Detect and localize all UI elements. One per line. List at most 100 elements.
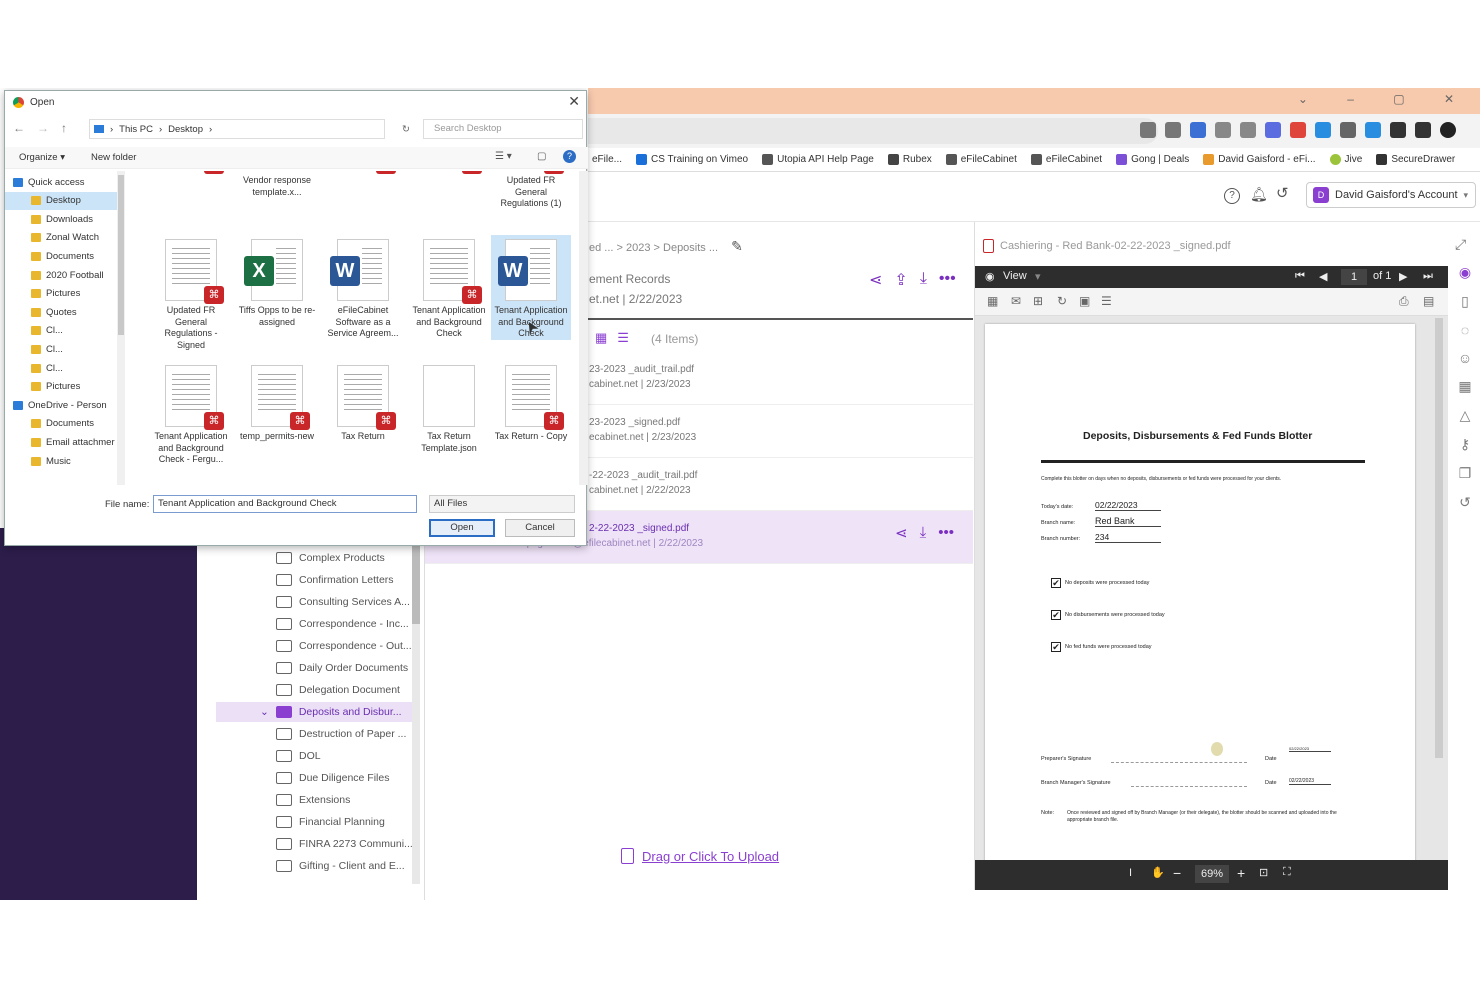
profile-avatar[interactable] [1440,122,1456,138]
folder-item[interactable]: Correspondence - Out... [216,636,412,656]
bookmark[interactable]: Gong | Deals [1116,154,1189,165]
next-page-icon[interactable]: ▶ [1399,270,1407,283]
window-controls[interactable]: ⌄ – ▢ ✕ [1298,92,1472,106]
nav-item[interactable]: Music [5,452,117,470]
new-folder-button[interactable]: New folder [91,152,136,163]
tree-scrollbar-thumb[interactable] [412,534,420,624]
text-cursor-icon[interactable]: I [1129,867,1132,879]
bookmark[interactable]: Rubex [887,154,932,165]
back-icon[interactable]: ← [13,121,25,135]
folder-item[interactable]: Delegation Document [216,680,412,700]
help-icon[interactable]: ? [1224,188,1240,204]
puzzle-icon[interactable] [1390,122,1406,138]
extension-icon[interactable] [1290,122,1306,138]
nav-section[interactable]: Quick access [5,173,117,191]
open-button[interactable]: Open [429,519,495,537]
nav-item[interactable]: Downloads [5,210,117,228]
share-icon[interactable] [1140,122,1156,138]
file-item[interactable]: Vendor response template.x... [237,171,317,198]
extension-icon[interactable] [1365,122,1381,138]
bell-icon[interactable]: △ [1460,407,1471,424]
file-item[interactable]: ⌘ Tax Return - Copy [491,361,571,443]
bell-icon[interactable]: 🔔︎ [1250,186,1268,203]
more-icon[interactable]: ••• [938,524,954,542]
bookmark[interactable]: eFileCabinet [1030,154,1102,165]
sidepanel-icon[interactable] [1415,122,1431,138]
rotate-icon[interactable]: ↻ [1057,294,1067,308]
file-item[interactable]: ⌘ Tenant Application and Background Check [409,235,489,340]
nav-item[interactable]: Pictures [5,378,117,396]
comments-icon[interactable]: ◌ [1461,322,1469,338]
stamp-icon[interactable]: ▣ [1079,294,1090,308]
file-item[interactable]: Tax Return Template.json [409,361,489,454]
file-scrollbar[interactable] [579,171,588,485]
cancel-button[interactable]: Cancel [505,519,575,537]
nav-item[interactable]: Cl... [5,322,117,340]
folder-item[interactable]: ⌄ Deposits and Disbur... [216,702,412,722]
clipboard-icon[interactable]: ▯ [1461,293,1469,310]
file-item[interactable]: ⌘ [151,171,231,175]
grid-view-icon[interactable]: ▦ [595,330,607,346]
filename-input[interactable]: Tenant Application and Background Check [153,495,417,513]
file-item[interactable]: ⌘ Updated FR General Regulations - Signed [151,235,231,351]
file-item[interactable]: X Tiffs Opps to be re-assigned [237,235,317,328]
page-input[interactable]: 1 [1341,269,1367,285]
extension-icon[interactable] [1240,122,1256,138]
extension-icon[interactable] [1215,122,1231,138]
chevron-down-icon[interactable]: ▾ [1035,270,1041,283]
folder-item[interactable]: Complex Products [216,548,412,568]
chevron-down-icon[interactable]: ⌄ [260,706,269,718]
file-item[interactable]: ⌘ Tenant Application and Background Check… [151,361,231,466]
nav-item[interactable]: Zonal Watch [5,229,117,247]
bookmark[interactable]: eFile... [592,154,622,165]
nav-item[interactable]: Documents [5,415,117,433]
file-item[interactable]: ⌘ [409,171,489,175]
comment-icon[interactable]: ✉ [1011,294,1021,308]
folder-item[interactable]: DOL [216,746,412,766]
folder-item[interactable]: FINRA 2273 Communi... [216,834,412,854]
extension-icon[interactable] [1265,122,1281,138]
filetype-select[interactable]: All Files [429,495,575,513]
extension-icon[interactable] [1190,122,1206,138]
nav-item[interactable]: Pictures [5,285,117,303]
nav-item[interactable]: Cl... [5,340,117,358]
download-icon[interactable]: ⤓ [920,524,927,542]
account-menu[interactable]: D David Gaisford's Account ▾ [1306,182,1476,208]
save-icon[interactable]: ▤ [1423,294,1434,308]
download-icon[interactable]: ⤓ [920,270,927,290]
prev-page-icon[interactable]: ◀ [1319,270,1327,283]
upload-link[interactable]: Drag or Click To Upload [621,848,779,864]
upload-icon[interactable]: ⇪ [894,270,907,290]
folder-item[interactable]: Correspondence - Inc... [216,614,412,634]
breadcrumb[interactable]: ed ... > 2023 > Deposits ... ✎ [589,238,743,255]
fit-page-icon[interactable]: ⊡ [1259,866,1268,879]
search-input[interactable]: Search Desktop [423,119,583,139]
folder-item[interactable]: Gifting - Client and E... [216,856,412,876]
calendar-icon[interactable]: ▦ [1458,378,1471,395]
bookmark[interactable]: David Gaisford - eFi... [1203,154,1316,165]
nav-item[interactable]: Desktop [5,191,117,210]
extension-icon[interactable] [1315,122,1331,138]
zoom-level[interactable]: 69% [1195,865,1229,883]
folder-item[interactable]: Consulting Services A... [216,592,412,612]
bookmark[interactable]: Jive [1329,154,1362,165]
nav-item[interactable]: Email attachmer [5,433,117,451]
last-page-icon[interactable]: ⏭ [1423,270,1433,283]
zoom-out-icon[interactable]: − [1173,865,1181,881]
file-item[interactable]: ⌘ Tax Return [323,361,403,443]
folder-item[interactable]: Extensions [216,790,412,810]
bookmark[interactable]: CS Training on Vimeo [636,154,748,165]
list-view-icon[interactable]: ☰ [617,330,629,346]
forward-icon[interactable]: → [37,121,49,135]
path-segment[interactable]: Desktop [168,124,203,135]
up-icon[interactable]: ↑ [61,121,67,135]
more-icon[interactable]: ••• [939,270,956,290]
eye-icon[interactable]: ◉ [1459,264,1471,281]
organize-button[interactable]: Organize ▾ [19,152,65,163]
share-icon[interactable]: ⋖ [869,270,882,290]
pan-hand-icon[interactable]: ✋ [1151,866,1165,879]
nav-scrollbar-thumb[interactable] [118,175,124,335]
view-menu[interactable]: View [1003,270,1027,282]
folder-item[interactable]: Financial Planning [216,812,412,832]
folder-item[interactable]: Destruction of Paper ... [216,724,412,744]
